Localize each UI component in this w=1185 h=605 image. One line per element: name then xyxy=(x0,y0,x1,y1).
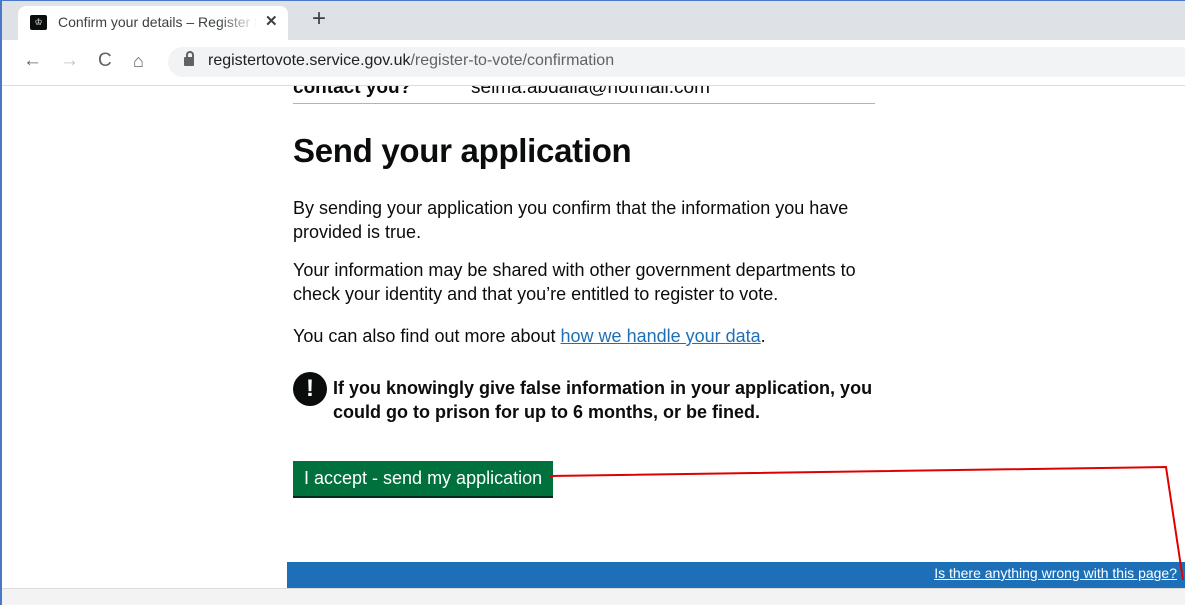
feedback-bar: Is there anything wrong with this page? xyxy=(287,562,1185,588)
browser-tab[interactable]: ♔ Confirm your details – Register to Vot… xyxy=(18,6,288,40)
browser-toolbar: ← → C ⌂ registertovote.service.gov.uk/re… xyxy=(0,40,1185,86)
summary-key: contact you? xyxy=(293,86,412,98)
page-title: Send your application xyxy=(293,132,632,169)
data-sharing-paragraph: Your information may be shared with othe… xyxy=(293,260,856,304)
home-icon[interactable]: ⌂ xyxy=(133,48,144,74)
tab-title-fade xyxy=(218,12,258,34)
reload-icon[interactable]: C xyxy=(98,48,112,74)
data-handling-link[interactable]: how we handle your data xyxy=(561,326,761,346)
exclamation-icon: ! xyxy=(293,372,327,406)
data-handling-suffix: . xyxy=(760,326,766,346)
page-bottom-strip xyxy=(0,588,1185,605)
accept-send-application-button[interactable]: I accept - send my application xyxy=(293,461,554,496)
url-text[interactable]: registertovote.service.gov.uk/register-t… xyxy=(208,52,614,70)
tab-strip: ♔ Confirm your details – Register to Vot… xyxy=(0,0,1185,40)
data-handling-paragraph: You can also find out more about how we … xyxy=(293,324,875,348)
summary-value: selma.abdalla@hotmail.com xyxy=(471,86,710,98)
data-handling-prefix: You can also find out more about xyxy=(293,326,561,346)
main-content: contact you? selma.abdalla@hotmail.com S… xyxy=(293,86,875,496)
address-bar[interactable]: registertovote.service.gov.uk/register-t… xyxy=(168,47,1185,77)
forward-arrow-icon[interactable]: → xyxy=(60,48,79,74)
confirm-paragraph: By sending your application you confirm … xyxy=(293,198,849,242)
summary-row: contact you? selma.abdalla@hotmail.com xyxy=(293,86,875,104)
report-problem-link[interactable]: Is there anything wrong with this page? xyxy=(934,565,1177,581)
warning-text: If you knowingly give false information … xyxy=(333,378,873,422)
url-host: registertovote.service.gov.uk xyxy=(208,52,411,69)
close-tab-icon[interactable]: ✕ xyxy=(265,12,278,30)
lock-icon[interactable] xyxy=(184,51,194,66)
url-path: /register-to-vote/confirmation xyxy=(410,52,615,69)
crown-icon: ♔ xyxy=(30,15,47,30)
back-arrow-icon[interactable]: ← xyxy=(23,48,42,74)
new-tab-button[interactable]: + xyxy=(312,6,326,32)
page-viewport: contact you? selma.abdalla@hotmail.com S… xyxy=(0,86,1185,605)
